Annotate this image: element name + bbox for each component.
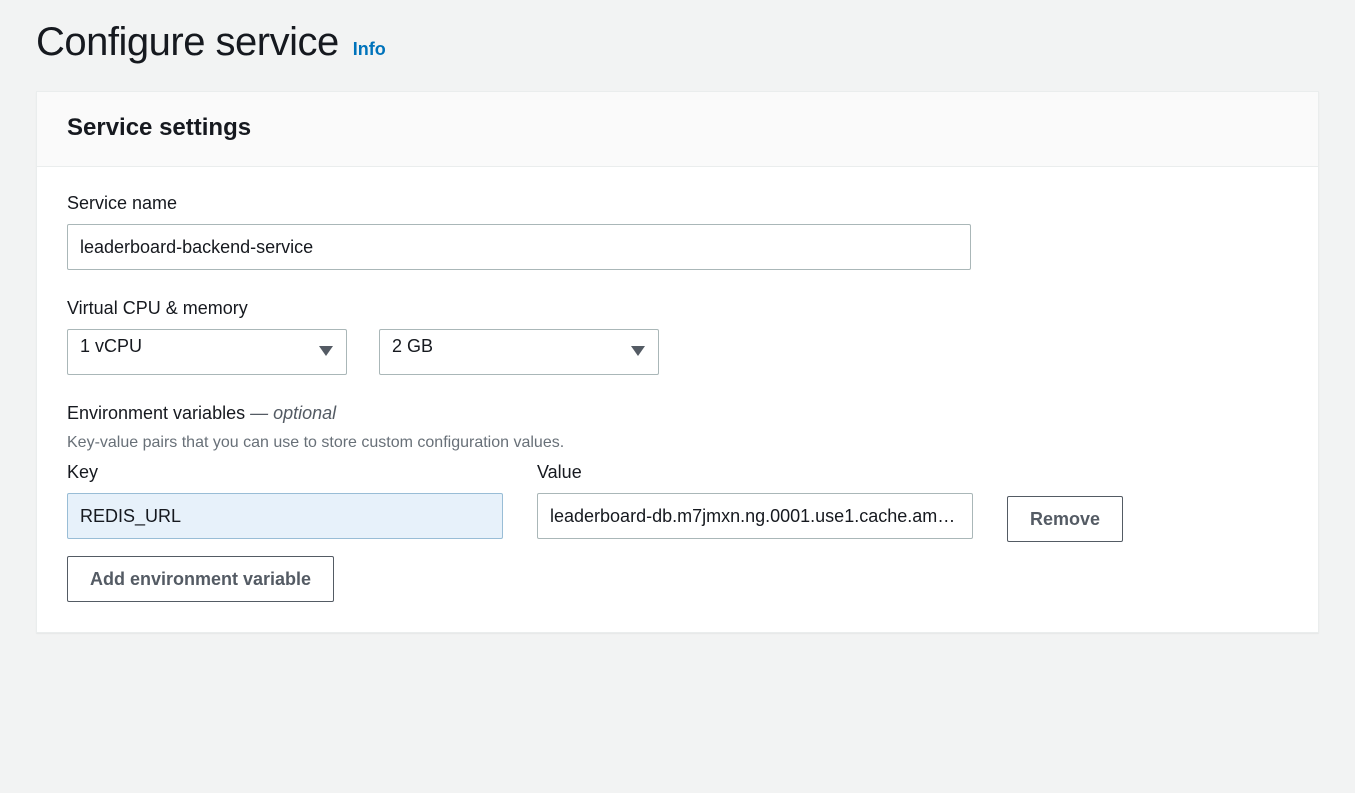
- env-key-column: Key: [67, 462, 503, 539]
- add-environment-variable-button[interactable]: Add environment variable: [67, 556, 334, 602]
- env-row: Key Value Remove: [67, 462, 1288, 542]
- env-action-column: Remove: [1007, 462, 1123, 542]
- page-header: Configure service Info: [36, 20, 1319, 65]
- info-link[interactable]: Info: [353, 39, 386, 60]
- add-env-row: Add environment variable: [67, 556, 1288, 602]
- env-vars-label: Environment variables — optional: [67, 403, 1288, 424]
- env-value-column: Value: [537, 462, 973, 539]
- remove-button[interactable]: Remove: [1007, 496, 1123, 542]
- env-value-input[interactable]: [537, 493, 973, 539]
- env-vars-group: Environment variables — optional Key-val…: [67, 403, 1288, 602]
- env-key-header: Key: [67, 462, 503, 483]
- vcpu-memory-group: Virtual CPU & memory 1 vCPU 2 GB: [67, 298, 1288, 375]
- panel-body: Service name Virtual CPU & memory 1 vCPU…: [37, 167, 1318, 632]
- service-name-input[interactable]: [67, 224, 971, 270]
- vcpu-select[interactable]: 1 vCPU: [67, 329, 347, 375]
- memory-select-wrapper: 2 GB: [379, 329, 659, 375]
- panel-header: Service settings: [37, 92, 1318, 167]
- vcpu-select-wrapper: 1 vCPU: [67, 329, 347, 375]
- env-vars-label-text: Environment variables: [67, 403, 245, 423]
- env-vars-optional: — optional: [250, 403, 336, 423]
- vcpu-memory-label: Virtual CPU & memory: [67, 298, 1288, 319]
- panel-title: Service settings: [67, 114, 1288, 142]
- service-name-label: Service name: [67, 193, 1288, 214]
- page-title: Configure service: [36, 20, 339, 65]
- env-value-header: Value: [537, 462, 973, 483]
- memory-select[interactable]: 2 GB: [379, 329, 659, 375]
- service-settings-panel: Service settings Service name Virtual CP…: [36, 91, 1319, 633]
- service-name-group: Service name: [67, 193, 1288, 270]
- env-key-input[interactable]: [67, 493, 503, 539]
- env-vars-description: Key-value pairs that you can use to stor…: [67, 434, 1288, 452]
- vcpu-memory-row: 1 vCPU 2 GB: [67, 329, 1288, 375]
